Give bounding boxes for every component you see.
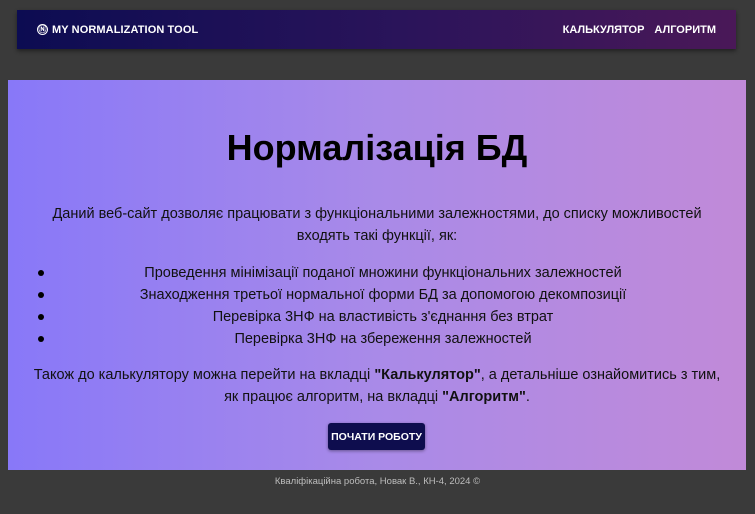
intro-text: Даний веб-сайт дозволяє працювати з функ… xyxy=(52,206,702,244)
outro-part-3: . xyxy=(525,389,530,405)
feature-item: Знаходження третьої нормальної форми БД … xyxy=(38,284,728,306)
feature-list: Проведення мінімізації поданої множини ф… xyxy=(38,262,728,350)
brand-logo[interactable]: Ⓝ MY NORMALIZATION TOOL xyxy=(37,10,198,49)
brand-name: MY NORMALIZATION TOOL xyxy=(52,23,199,36)
feature-item: Перевірка 3НФ на збереження залежностей xyxy=(38,328,728,350)
normalization-logo-icon: Ⓝ xyxy=(37,24,48,35)
footer-text: Кваліфікаційна робота, Новак В., КН-4, 2… xyxy=(274,476,481,487)
nav-link-algorithm[interactable]: АЛГОРИТМ xyxy=(654,24,716,36)
feature-item: Перевірка 3НФ на властивість з'єднання б… xyxy=(38,306,728,328)
outro-text: Також до калькулятору можна перейти на в… xyxy=(26,364,728,408)
nav-links: КАЛЬКУЛЯТОР АЛГОРИТМ xyxy=(563,10,716,49)
calculator-tab-mention: "Калькулятор" xyxy=(374,367,481,383)
hero-section: Нормалізація БД Даний веб-сайт дозволяє … xyxy=(8,80,746,470)
navbar: Ⓝ MY NORMALIZATION TOOL КАЛЬКУЛЯТОР АЛГО… xyxy=(17,10,736,49)
feature-item: Проведення мінімізації поданої множини ф… xyxy=(38,262,728,284)
nav-link-calculator[interactable]: КАЛЬКУЛЯТОР xyxy=(563,24,645,36)
start-button[interactable]: ПОЧАТИ РОБОТУ xyxy=(328,423,425,450)
page-title: Нормалізація БД xyxy=(226,127,528,168)
algorithm-tab-mention: "Алгоритм" xyxy=(442,389,526,405)
outro-part-1: Також до калькулятору можна перейти на в… xyxy=(33,367,375,383)
